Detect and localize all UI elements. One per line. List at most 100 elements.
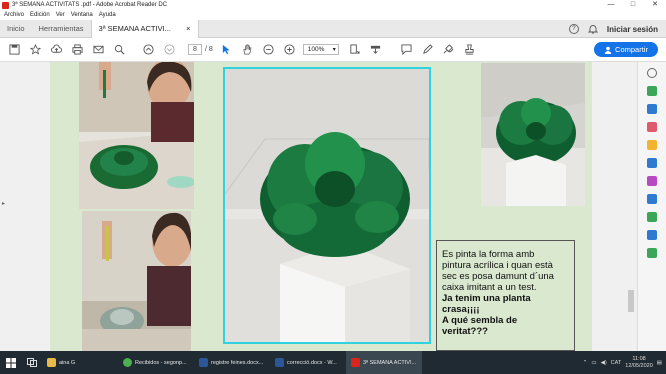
clock-time: 11:08 [632,355,646,362]
zoom-out-icon[interactable] [261,42,277,58]
clock[interactable]: 11:08 12/05/2020 [625,356,653,370]
edit-pdf-icon[interactable] [647,122,657,132]
hand-tool-icon[interactable] [240,42,256,58]
draw-icon[interactable] [441,42,457,58]
print-icon[interactable] [69,42,85,58]
tab-close-icon[interactable]: × [186,20,190,38]
tab-bar: Inicio Herramientas 3ª SEMANA ACTIVI... … [0,19,666,38]
vertical-scrollbar[interactable] [626,62,636,351]
page-down-icon[interactable] [161,42,177,58]
tab-document-label: 3ª SEMANA ACTIVI... [98,23,171,33]
title-bar: 3ª SEMANA ACTIVITATS .pdf - Adobe Acroba… [0,0,666,10]
caption-textbox: Es pinta la forma amb pintura acrílica i… [436,240,575,351]
taskbar-item-label: correcció.docx - W... [287,359,337,366]
fit-page-icon[interactable] [347,42,363,58]
tab-document[interactable]: 3ª SEMANA ACTIVI... × [90,19,199,38]
language-indicator[interactable]: CAT [611,360,622,366]
caption-line: Es pinta la forma amb [442,249,535,260]
tray-expand-icon[interactable]: ⌃ [583,360,588,366]
taskbar-item-word-registre[interactable]: registre feines.docx... [194,351,270,374]
zoom-tool-icon[interactable] [647,68,657,78]
zoom-select[interactable]: 100% [302,44,339,55]
zoom-in-icon[interactable] [282,42,298,58]
help-icon[interactable]: ? [568,24,579,34]
notification-center-icon[interactable]: ▤ [657,360,662,366]
task-view-icon[interactable] [22,351,42,374]
acrobat-icon [351,358,360,367]
fill-sign-icon[interactable] [647,176,657,186]
network-icon[interactable]: ▭ [591,360,596,366]
read-mode-icon[interactable] [368,42,384,58]
notifications-bell-icon[interactable] [587,24,598,34]
send-track-icon[interactable] [647,248,657,258]
caption-line: pintura acrílica i quan està [442,260,553,271]
protect-icon[interactable] [647,212,657,222]
minimize-button[interactable]: — [600,0,622,10]
taskbar-item-label: 3ª SEMANA ACTIVI... [363,359,417,366]
photo-plant-main [223,67,431,344]
photo-child-painting [79,62,194,209]
page-navigator: 8 / 8 [188,44,213,55]
left-panel-toggle-icon[interactable]: ▸ [2,200,5,207]
caption-bold-line: Ja tenim una planta [442,293,531,304]
word-icon [199,358,208,367]
window-title: 3ª SEMANA ACTIVITATS .pdf - Adobe Acroba… [12,2,168,8]
taskbar-item-label: aina G [59,359,76,366]
page-number-input[interactable]: 8 [188,44,202,55]
page-total: / 8 [205,46,213,53]
window-controls: — □ ✕ [600,0,666,10]
highlight-pen-icon[interactable] [420,42,436,58]
photo-plant-on-table [481,63,585,206]
scrollbar-thumb[interactable] [628,290,634,312]
taskbar-item-chrome[interactable]: Recibidos - segonp... [118,351,194,374]
save-icon[interactable] [6,42,22,58]
combine-files-icon[interactable] [647,158,657,168]
caption-bold-line: A qué sembla de [442,315,518,326]
caption-bold-line: crasa¡¡¡¡ [442,304,480,315]
close-window-button[interactable]: ✕ [644,0,666,10]
tab-bar-right: ? Iniciar sesión [568,20,658,38]
select-cursor-icon[interactable] [219,42,235,58]
comment-tool-icon[interactable] [647,140,657,150]
tab-herramientas[interactable]: Herramientas [32,20,91,38]
caption-bold-line: veritat??? [442,326,488,337]
folder-icon [47,358,56,367]
start-button[interactable] [0,351,22,374]
share-button[interactable]: Compartir [594,42,658,57]
search-icon[interactable] [111,42,127,58]
menu-ayuda[interactable]: Ayuda [99,12,116,18]
email-icon[interactable] [90,42,106,58]
photo-child-with-plant [82,211,191,351]
caption-line: sec es posa damunt d´una [442,271,554,282]
organize-pages-icon[interactable] [647,194,657,204]
upload-cloud-icon[interactable] [48,42,64,58]
volume-icon[interactable]: ◀) [601,360,607,366]
taskbar-item-word-correccio[interactable]: correcció.docx - W... [270,351,346,374]
acrobat-app-icon [2,1,9,9]
create-pdf-icon[interactable] [647,104,657,114]
maximize-button[interactable]: □ [622,0,644,10]
taskbar-item-acrobat[interactable]: 3ª SEMANA ACTIVI... [346,351,422,374]
comment-icon[interactable] [399,42,415,58]
menu-bar: Archivo Edición Ver Ventana Ayuda [0,10,666,20]
tab-inicio[interactable]: Inicio [0,20,32,38]
signin-button[interactable]: Iniciar sesión [607,25,658,34]
clock-date: 12/05/2020 [625,362,653,369]
share-person-icon [604,46,612,54]
chrome-icon [123,358,132,367]
word-icon [275,358,284,367]
menu-edicion[interactable]: Edición [30,12,50,18]
page-up-icon[interactable] [140,42,156,58]
menu-archivo[interactable]: Archivo [4,12,24,18]
menu-ver[interactable]: Ver [56,12,65,18]
export-pdf-icon[interactable] [647,86,657,96]
toolbar: 8 / 8 100% Compartir [0,38,666,62]
more-tools-icon[interactable] [647,230,657,240]
taskbar-item-folder[interactable]: aina G [42,351,118,374]
stamp-icon[interactable] [462,42,478,58]
bookmark-star-icon[interactable] [27,42,43,58]
menu-ventana[interactable]: Ventana [71,12,93,18]
windows-logo-icon [6,357,16,368]
windows-taskbar: aina G Recibidos - segonp... registre fe… [0,351,666,374]
taskbar-item-label: Recibidos - segonp... [135,359,187,366]
